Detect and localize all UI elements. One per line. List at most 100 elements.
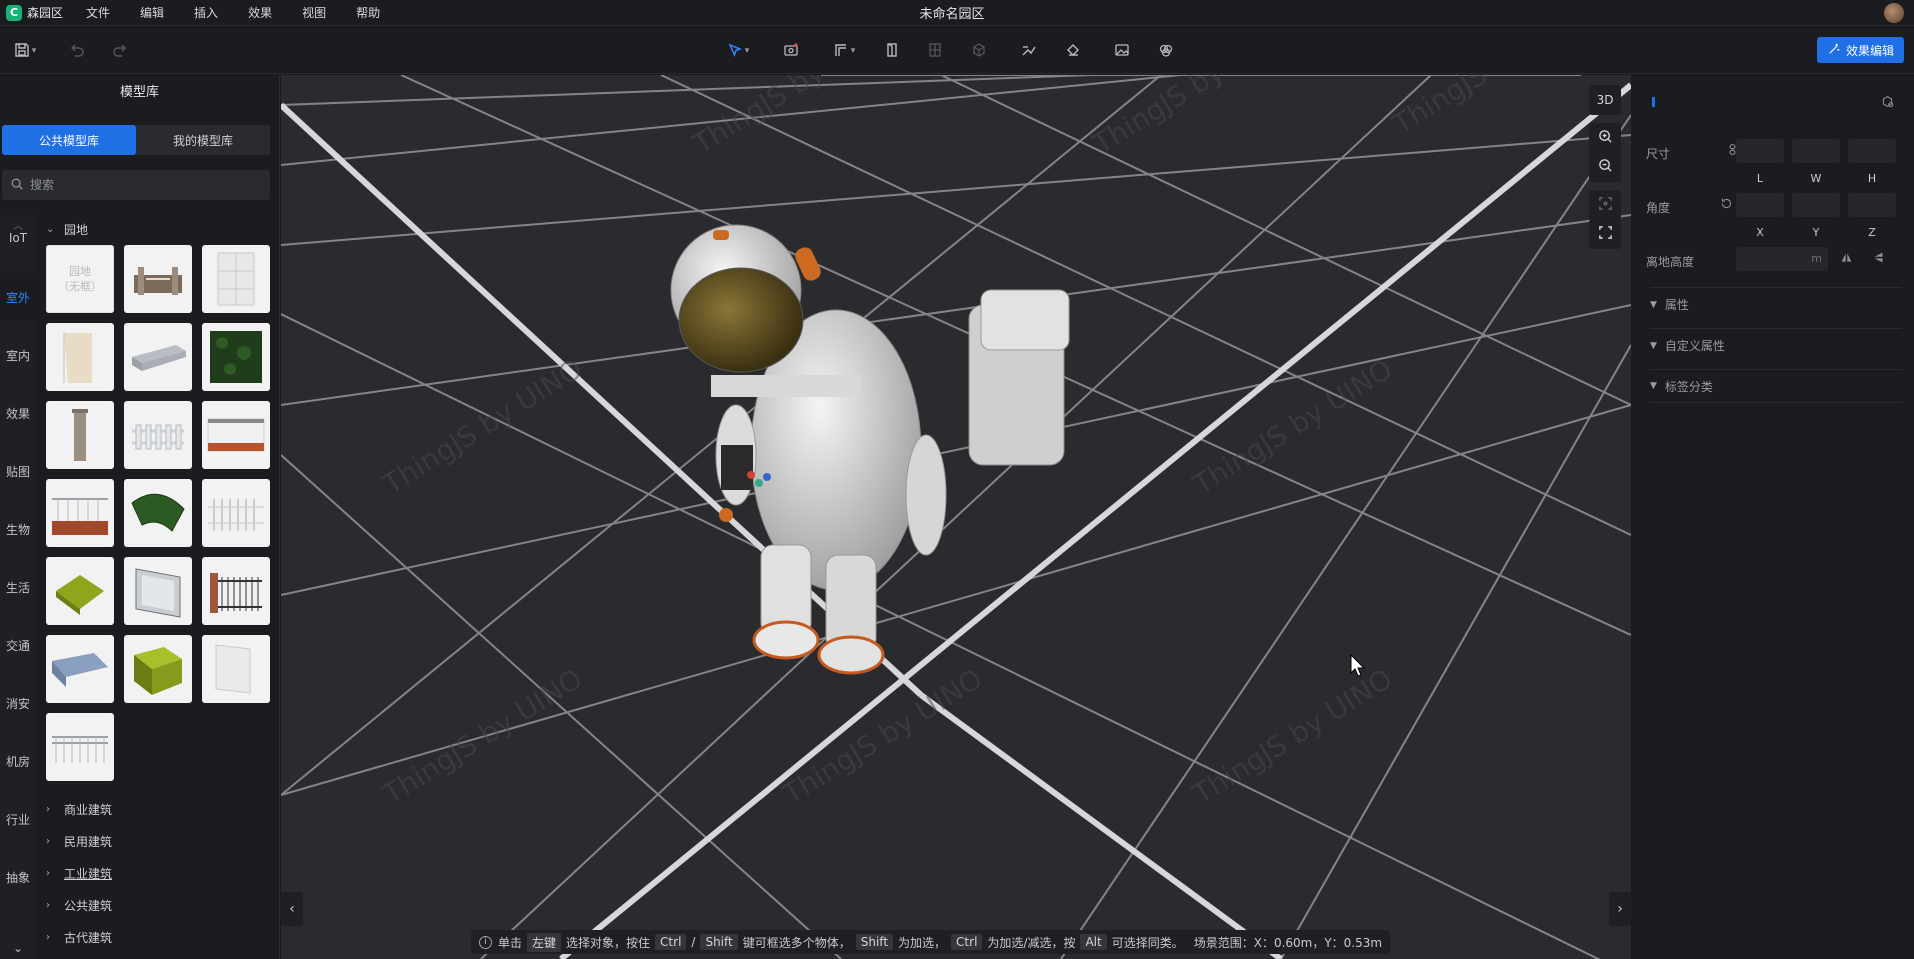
model-tile[interactable] xyxy=(202,245,270,313)
model-tile[interactable] xyxy=(124,635,192,703)
tab-my-library[interactable]: 我的模型库 xyxy=(136,125,270,155)
category-fire-safety[interactable]: 消安 xyxy=(0,695,36,712)
model-tile[interactable] xyxy=(124,401,192,469)
properties-panel: 尺寸 L W H 角度 X Y Z 离地高度 m ▼ 属性 ▼ 自定义属性 ▼ 标签分… xyxy=(1632,75,1914,959)
white-fence-icon xyxy=(132,424,184,450)
sphere-button[interactable] xyxy=(1155,40,1177,62)
zoom-out-button[interactable] xyxy=(1589,152,1621,182)
model-tile[interactable] xyxy=(202,401,270,469)
window-button[interactable] xyxy=(924,40,946,62)
category-scroll-down-icon[interactable]: ⌄ xyxy=(0,937,36,959)
size-l-input[interactable] xyxy=(1736,139,1784,163)
group-public[interactable]: › 公共建筑 xyxy=(46,897,112,914)
model-tile[interactable] xyxy=(46,557,114,625)
section-properties[interactable]: ▼ 属性 xyxy=(1650,287,1902,321)
effect-edit-button[interactable]: 效果编辑 xyxy=(1816,37,1904,63)
menu-edit[interactable]: 编辑 xyxy=(125,0,179,26)
category-abstract[interactable]: 抽象 xyxy=(0,869,36,886)
collapse-right-button[interactable]: › xyxy=(1609,892,1631,926)
capture-button[interactable] xyxy=(780,40,802,62)
save-button[interactable]: ▾ xyxy=(10,40,40,62)
model-tile[interactable] xyxy=(124,245,192,313)
rotate-reset-icon[interactable] xyxy=(1720,197,1733,213)
group-yuandi[interactable]: ⌄ 园地 xyxy=(46,221,88,238)
focus-button[interactable] xyxy=(1589,190,1621,220)
line-tool-button[interactable] xyxy=(1018,40,1040,62)
model-tile[interactable] xyxy=(124,323,192,391)
zoom-in-button[interactable] xyxy=(1589,123,1621,153)
model-tile[interactable] xyxy=(202,479,270,547)
menu-insert[interactable]: 插入 xyxy=(179,0,233,26)
model-tile[interactable] xyxy=(202,635,270,703)
category-texture[interactable]: 贴图 xyxy=(0,463,36,480)
search-input[interactable] xyxy=(30,178,250,192)
group-commercial[interactable]: › 商业建筑 xyxy=(46,801,112,818)
group-label: 工业建筑 xyxy=(64,867,113,881)
menu-file[interactable]: 文件 xyxy=(71,0,125,26)
category-industry[interactable]: 行业 xyxy=(0,811,36,828)
undo-button[interactable] xyxy=(67,40,87,62)
menu-help[interactable]: 帮助 xyxy=(341,0,395,26)
image-button[interactable] xyxy=(1111,40,1133,62)
category-iot[interactable]: IoT xyxy=(0,231,36,245)
group-label: 园地 xyxy=(64,223,89,237)
effect-magic-icon xyxy=(1827,42,1846,59)
redo-button[interactable] xyxy=(110,40,130,62)
3d-viewport[interactable]: ThingJS by UINO ThingJS by UINO ThingJS … xyxy=(281,75,1631,959)
category-outdoor[interactable]: 室外 xyxy=(0,289,36,306)
size-w-input[interactable] xyxy=(1792,139,1840,163)
cube-button[interactable] xyxy=(968,40,990,62)
door-button[interactable] xyxy=(881,40,903,62)
group-industrial[interactable]: › 工业建筑 xyxy=(46,865,112,882)
select-tool-button[interactable]: ▾ xyxy=(722,40,754,62)
chevron-right-icon: › xyxy=(46,836,50,847)
category-effect[interactable]: 效果 xyxy=(0,405,36,422)
section-label: 标签分类 xyxy=(1664,379,1713,394)
height-input[interactable]: m xyxy=(1736,247,1828,271)
menu-view[interactable]: 视图 xyxy=(287,0,341,26)
model-tile[interactable] xyxy=(124,557,192,625)
model-settings-icon[interactable] xyxy=(1881,95,1894,111)
group-ancient[interactable]: › 古代建筑 xyxy=(46,929,112,946)
paint-button[interactable] xyxy=(1062,40,1084,62)
category-traffic[interactable]: 交通 xyxy=(0,637,36,654)
window-icon xyxy=(927,42,943,61)
group-residential[interactable]: › 民用建筑 xyxy=(46,833,112,850)
model-tile[interactable] xyxy=(46,479,114,547)
angle-y-input[interactable] xyxy=(1792,193,1840,217)
section-tag-category[interactable]: ▼ 标签分类 xyxy=(1650,369,1902,403)
railing-icon xyxy=(52,736,108,763)
section-custom-properties[interactable]: ▼ 自定义属性 xyxy=(1650,328,1902,362)
scene-range: 场景范围：X：0.60m，Y：0.53m xyxy=(1193,935,1383,950)
category-life[interactable]: 生活 xyxy=(0,579,36,596)
status-hint-bar: i 单击 左键 选择对象，按住 Ctrl / Shift 键可框选多个物体， S… xyxy=(471,930,1391,954)
category-indoor[interactable]: 室内 xyxy=(0,347,36,364)
angle-z-input[interactable] xyxy=(1848,193,1896,217)
collapse-left-button[interactable]: ‹ xyxy=(281,892,303,926)
mirror-vertical-icon[interactable] xyxy=(1872,251,1885,267)
wall-path-button[interactable]: ▾ xyxy=(828,40,860,62)
axis-h-label: H xyxy=(1867,172,1877,185)
mirror-horizontal-icon[interactable] xyxy=(1840,251,1853,267)
size-h-input[interactable] xyxy=(1848,139,1896,163)
model-tile[interactable] xyxy=(202,323,270,391)
model-tile[interactable] xyxy=(46,323,114,391)
model-tile[interactable] xyxy=(46,635,114,703)
category-creature[interactable]: 生物 xyxy=(0,521,36,538)
model-tile[interactable] xyxy=(202,557,270,625)
model-tile[interactable] xyxy=(46,401,114,469)
angle-x-input[interactable] xyxy=(1736,193,1784,217)
model-tile[interactable] xyxy=(124,479,192,547)
curved-hedge-icon xyxy=(131,493,185,532)
view-mode-3d-button[interactable]: 3D xyxy=(1589,85,1621,115)
model-tile[interactable]: 园地 （无框） xyxy=(46,245,114,313)
tab-public-library[interactable]: 公共模型库 xyxy=(2,125,136,155)
menu-effect[interactable]: 效果 xyxy=(233,0,287,26)
category-server-room[interactable]: 机房 xyxy=(0,753,36,770)
app-logo[interactable]: C 森园区 xyxy=(6,4,63,21)
chevron-right-icon: › xyxy=(46,804,50,815)
fullscreen-button[interactable] xyxy=(1589,219,1621,249)
pillar-icon xyxy=(72,409,88,461)
user-avatar[interactable] xyxy=(1884,3,1904,23)
model-tile[interactable] xyxy=(46,713,114,781)
